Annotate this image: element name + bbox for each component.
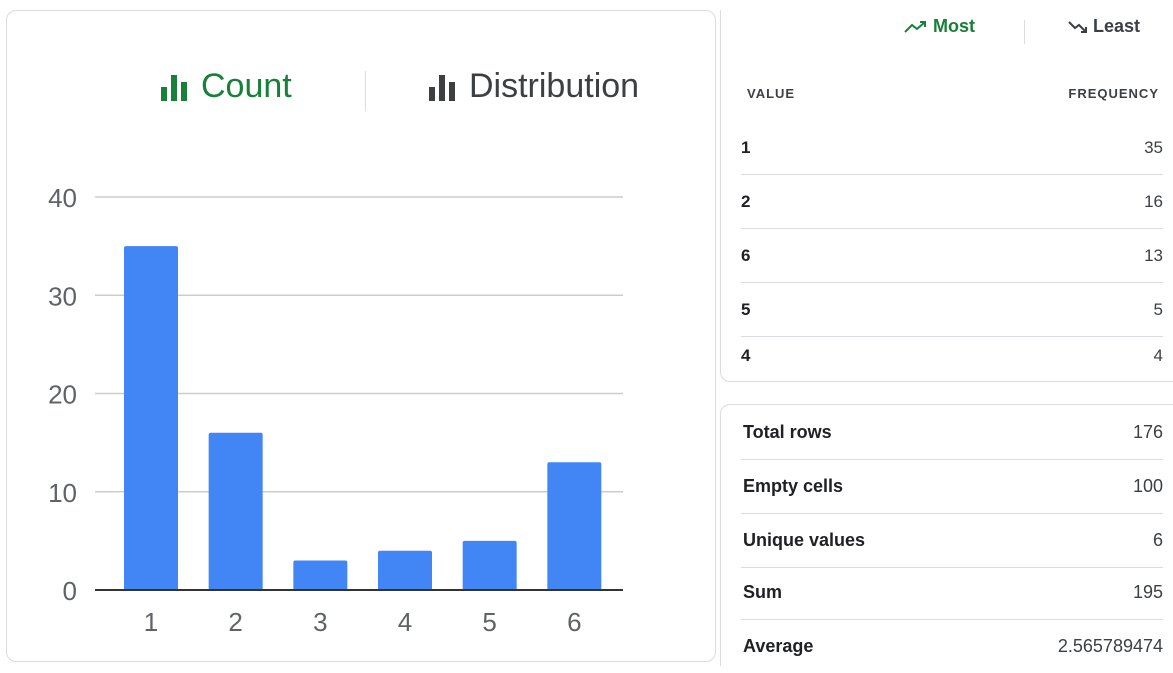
- stat-label: Average: [743, 636, 814, 656]
- row-value: 6: [741, 246, 751, 265]
- x-tick-label: 2: [228, 607, 242, 637]
- stats-card: Total rows 176 Empty cells 100 Unique va…: [720, 404, 1173, 666]
- stat-row-average: Average 2.565789474: [741, 619, 1163, 673]
- sort-most-label: Most: [933, 16, 975, 36]
- column-header-value: VALUE: [747, 86, 796, 101]
- row-frequency: 16: [1144, 192, 1163, 211]
- bar: [378, 550, 432, 590]
- row-value: 1: [741, 138, 751, 157]
- bar: [462, 540, 517, 590]
- frequency-table-header: VALUE FREQUENCY: [747, 86, 1159, 101]
- x-tick-label: 4: [398, 607, 412, 637]
- row-frequency: 13: [1144, 246, 1163, 265]
- y-tick-label: 0: [63, 576, 77, 606]
- sort-least-button[interactable]: Least: [1067, 16, 1140, 37]
- frequency-card: Most Least VALUE FREQUENCY 1 35 2 16 6 1…: [720, 10, 1173, 382]
- y-tick-label: 30: [48, 281, 77, 311]
- x-tick-label: 5: [482, 607, 496, 637]
- row-frequency: 5: [1153, 300, 1163, 319]
- bar: [124, 246, 178, 590]
- stat-row-sum: Sum 195: [741, 565, 1163, 620]
- stat-label: Unique values: [743, 530, 866, 550]
- y-tick-label: 10: [48, 478, 77, 508]
- stat-label: Sum: [743, 582, 783, 602]
- stat-row-total-rows: Total rows 176: [741, 405, 1163, 460]
- x-tick-label: 3: [313, 607, 327, 637]
- row-value: 4: [741, 346, 751, 365]
- row-frequency: 4: [1153, 346, 1163, 365]
- stat-value: 195: [1132, 582, 1163, 602]
- trending-up-icon: [904, 20, 926, 33]
- x-tick-label: 6: [567, 607, 581, 637]
- y-tick-label: 20: [48, 380, 77, 410]
- stat-row-unique-values: Unique values 6: [741, 513, 1163, 568]
- sort-most-button[interactable]: Most: [903, 16, 975, 37]
- count-bar-chart: 0 10 20 30 40 1 2 3 4 5 6: [48, 183, 623, 637]
- table-row: 1 35: [741, 120, 1163, 175]
- stat-value: 176: [1132, 422, 1163, 442]
- table-row: 2 16: [741, 174, 1163, 229]
- stat-row-empty-cells: Empty cells 100: [741, 459, 1163, 514]
- bar: [547, 462, 602, 590]
- trending-down-icon: [1068, 20, 1087, 33]
- stat-value: 6: [1152, 530, 1163, 550]
- stat-label: Empty cells: [743, 476, 844, 496]
- bar: [293, 560, 348, 590]
- y-tick-label: 40: [48, 183, 77, 213]
- table-row: 4 4: [741, 328, 1163, 382]
- chart-card: Count Distribution 0 10 20 30 40 1 2 3 4 5 6: [6, 10, 716, 662]
- sort-least-label: Least: [1093, 16, 1141, 36]
- stat-value: 100: [1132, 476, 1163, 496]
- x-tick-label: 1: [144, 607, 158, 637]
- row-value: 2: [741, 192, 751, 211]
- stat-label: Total rows: [743, 422, 832, 442]
- table-row: 6 13: [741, 228, 1163, 283]
- sort-divider: [1024, 20, 1025, 44]
- bar: [208, 432, 263, 590]
- row-frequency: 35: [1144, 138, 1163, 157]
- stat-value: 2.565789474: [1057, 636, 1163, 656]
- row-value: 5: [741, 300, 751, 319]
- sort-toggle: Most Least: [721, 16, 1173, 50]
- column-header-frequency: FREQUENCY: [1068, 86, 1159, 101]
